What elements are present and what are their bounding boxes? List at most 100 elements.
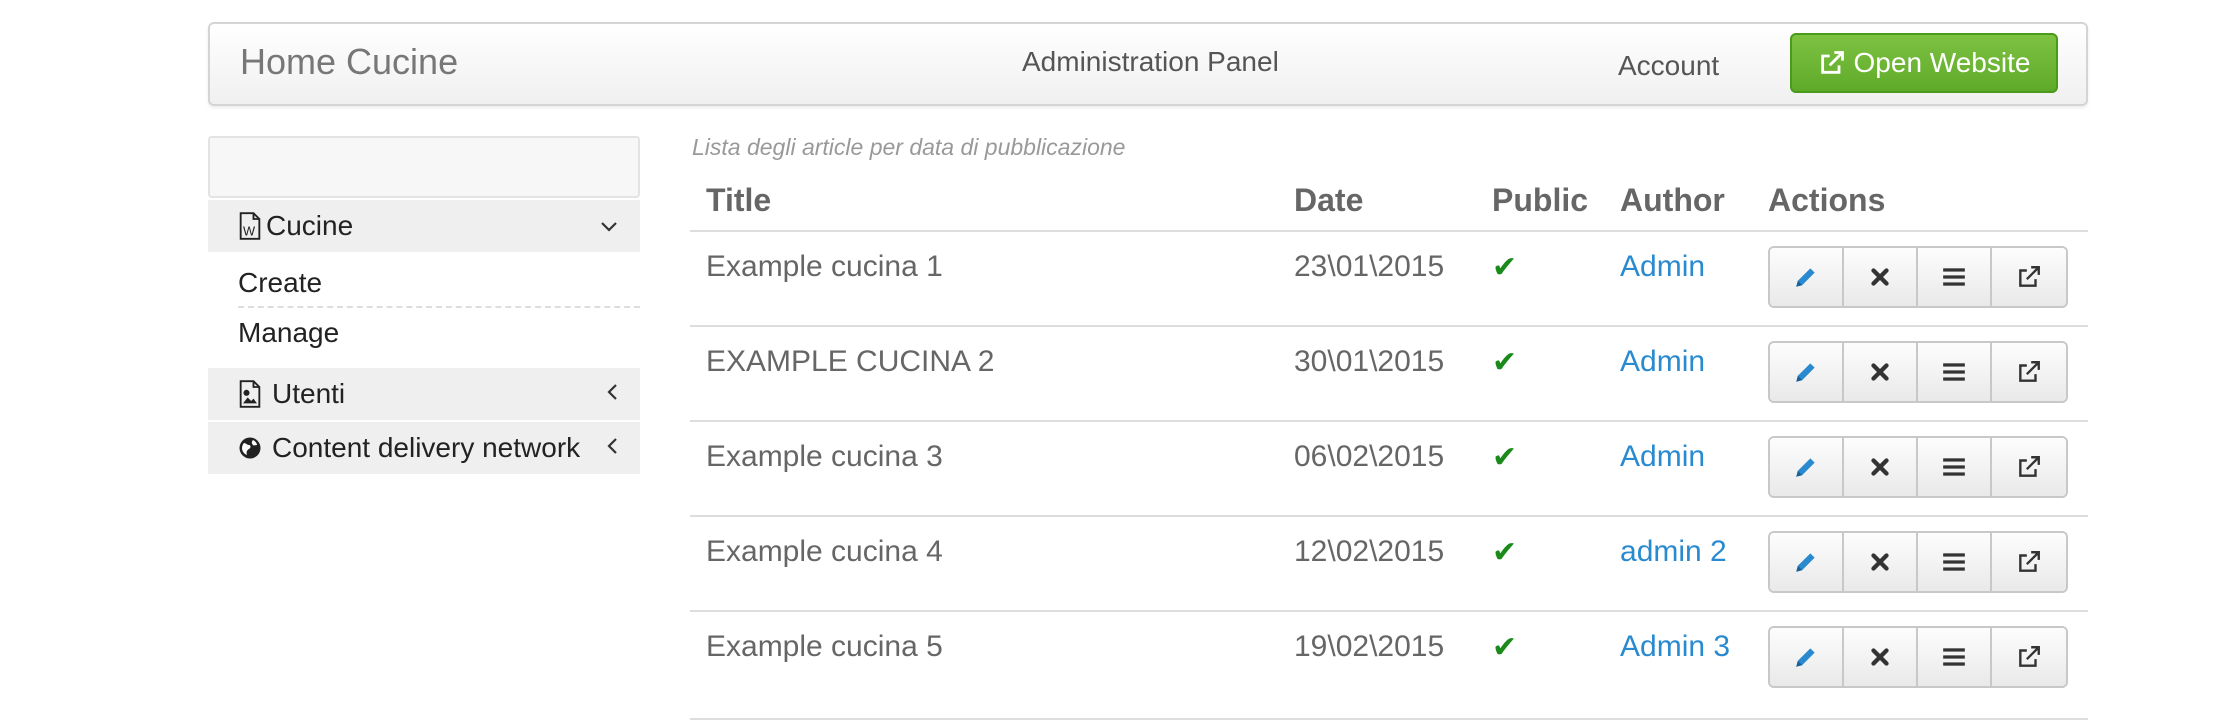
- open-link-button[interactable]: [1992, 628, 2067, 686]
- panel-title: Administration Panel: [1022, 46, 1279, 77]
- author-link[interactable]: Admin: [1620, 440, 1705, 474]
- sidebar-section-label: Utenti: [272, 378, 346, 409]
- open-website-button[interactable]: Open Website: [1790, 33, 2058, 93]
- cell-author: Admin: [1604, 231, 1752, 326]
- delete-icon: [1871, 268, 1889, 286]
- cell-actions: [1752, 231, 2088, 326]
- author-link[interactable]: Admin: [1620, 250, 1705, 284]
- open-link-button[interactable]: [1992, 533, 2067, 591]
- check-icon: ✔: [1492, 251, 1518, 284]
- list-button[interactable]: [1918, 248, 1993, 306]
- delete-button[interactable]: [1844, 343, 1919, 401]
- delete-icon: [1871, 363, 1889, 381]
- delete-icon: [1871, 458, 1889, 476]
- column-header-author[interactable]: Author: [1604, 171, 1752, 231]
- column-header-actions: Actions: [1768, 182, 1886, 218]
- edit-button[interactable]: [1770, 628, 1845, 686]
- edit-button[interactable]: [1770, 248, 1845, 306]
- cell-author: admin 2: [1604, 516, 1752, 611]
- account-link[interactable]: Account: [1618, 50, 1719, 82]
- external-link-icon: [2019, 361, 2040, 382]
- author-link[interactable]: Admin 3: [1620, 630, 1730, 664]
- delete-button[interactable]: [1844, 438, 1919, 496]
- list-icon: [1943, 268, 1965, 286]
- external-link-icon: [2019, 266, 2040, 287]
- actions-button-group: [1768, 436, 2069, 498]
- list-icon: [1943, 458, 1965, 476]
- cell-title: Example cucina 3: [706, 440, 943, 473]
- check-icon: ✔: [1492, 441, 1518, 474]
- sidebar-search-area: [208, 136, 640, 198]
- delete-icon: [1871, 648, 1889, 666]
- table-row: Example cucina 3 06\02\2015 ✔ Admin: [690, 421, 2088, 516]
- list-button[interactable]: [1918, 628, 1993, 686]
- open-link-button[interactable]: [1992, 248, 2067, 306]
- cell-title: Example cucina 4: [706, 535, 943, 568]
- edit-button[interactable]: [1770, 343, 1845, 401]
- cell-actions: [1752, 421, 2088, 516]
- table-row: Example cucina 4 12\02\2015 ✔ admin 2: [690, 516, 2088, 611]
- list-button[interactable]: [1918, 343, 1993, 401]
- external-link-icon: [2019, 646, 2040, 667]
- edit-icon: [1796, 363, 1815, 382]
- table-caption: Lista degli article per data di pubblica…: [692, 134, 1126, 160]
- table-row: Example cucina 1 23\01\2015 ✔ Admin: [690, 231, 2088, 326]
- table-row: Example cucina 5 19\02\2015 ✔ Admin 3: [690, 611, 2088, 719]
- column-header-public[interactable]: Public: [1476, 171, 1604, 231]
- sidebar-section-utenti[interactable]: Utenti: [208, 368, 640, 420]
- delete-button[interactable]: [1844, 628, 1919, 686]
- chevron-down-icon: [600, 212, 618, 240]
- sidebar-section-cucine[interactable]: W Cucine: [208, 200, 640, 252]
- cell-date: 19\02\2015: [1294, 630, 1445, 663]
- sidebar-item-manage[interactable]: Manage: [238, 308, 640, 358]
- cell-author: Admin 3: [1604, 611, 1752, 719]
- cell-actions: [1752, 611, 2088, 719]
- cell-date: 12\02\2015: [1294, 535, 1445, 568]
- list-button[interactable]: [1918, 533, 1993, 591]
- actions-button-group: [1768, 531, 2069, 593]
- sidebar-section-cdn[interactable]: Content delivery network: [208, 422, 640, 474]
- cell-public: ✔: [1476, 326, 1604, 421]
- cell-author: Admin: [1604, 421, 1752, 516]
- cell-title: Example cucina 1: [706, 250, 943, 283]
- globe-icon: [239, 437, 261, 459]
- actions-button-group: [1768, 341, 2069, 403]
- brand-title[interactable]: Home Cucine: [240, 41, 458, 83]
- column-header-date[interactable]: Date: [1278, 171, 1476, 231]
- edit-icon: [1796, 268, 1815, 287]
- cell-actions: [1752, 326, 2088, 421]
- delete-button[interactable]: [1844, 533, 1919, 591]
- open-link-button[interactable]: [1992, 438, 2067, 496]
- cell-public: ✔: [1476, 231, 1604, 326]
- table-row: EXAMPLE CUCINA 2 30\01\2015 ✔ Admin: [690, 326, 2088, 421]
- author-link[interactable]: Admin: [1620, 345, 1705, 379]
- edit-button[interactable]: [1770, 533, 1845, 591]
- external-link-icon: [2019, 551, 2040, 572]
- column-header-title[interactable]: Title: [690, 171, 1278, 231]
- sidebar-section-label: Cucine: [266, 210, 354, 241]
- delete-icon: [1871, 553, 1889, 571]
- sidebar-item-create[interactable]: Create: [238, 258, 640, 308]
- svg-text:W: W: [243, 223, 256, 238]
- cell-public: ✔: [1476, 611, 1604, 719]
- articles-table: Title Date Public Author Actions Example…: [690, 171, 2088, 720]
- table-header-row: Title Date Public Author Actions: [690, 171, 2088, 231]
- open-link-button[interactable]: [1992, 343, 2067, 401]
- delete-button[interactable]: [1844, 248, 1919, 306]
- main-content: Lista degli article per data di pubblica…: [690, 134, 2088, 720]
- edit-button[interactable]: [1770, 438, 1845, 496]
- open-website-label: Open Website: [1853, 47, 2031, 78]
- cell-actions: [1752, 516, 2088, 611]
- chevron-left-icon: [606, 434, 618, 462]
- cell-author: Admin: [1604, 326, 1752, 421]
- cell-title: Example cucina 5: [706, 630, 943, 663]
- author-link[interactable]: admin 2: [1620, 535, 1727, 569]
- cell-title: EXAMPLE CUCINA 2: [706, 345, 995, 378]
- sidebar-submenu-cucine: Create Manage: [208, 258, 640, 358]
- external-link-icon: [2019, 456, 2040, 477]
- check-icon: ✔: [1492, 536, 1518, 569]
- top-navbar: Home Cucine Administration Panel Account…: [208, 22, 2088, 106]
- actions-button-group: [1768, 626, 2069, 688]
- list-button[interactable]: [1918, 438, 1993, 496]
- cell-date: 23\01\2015: [1294, 250, 1445, 283]
